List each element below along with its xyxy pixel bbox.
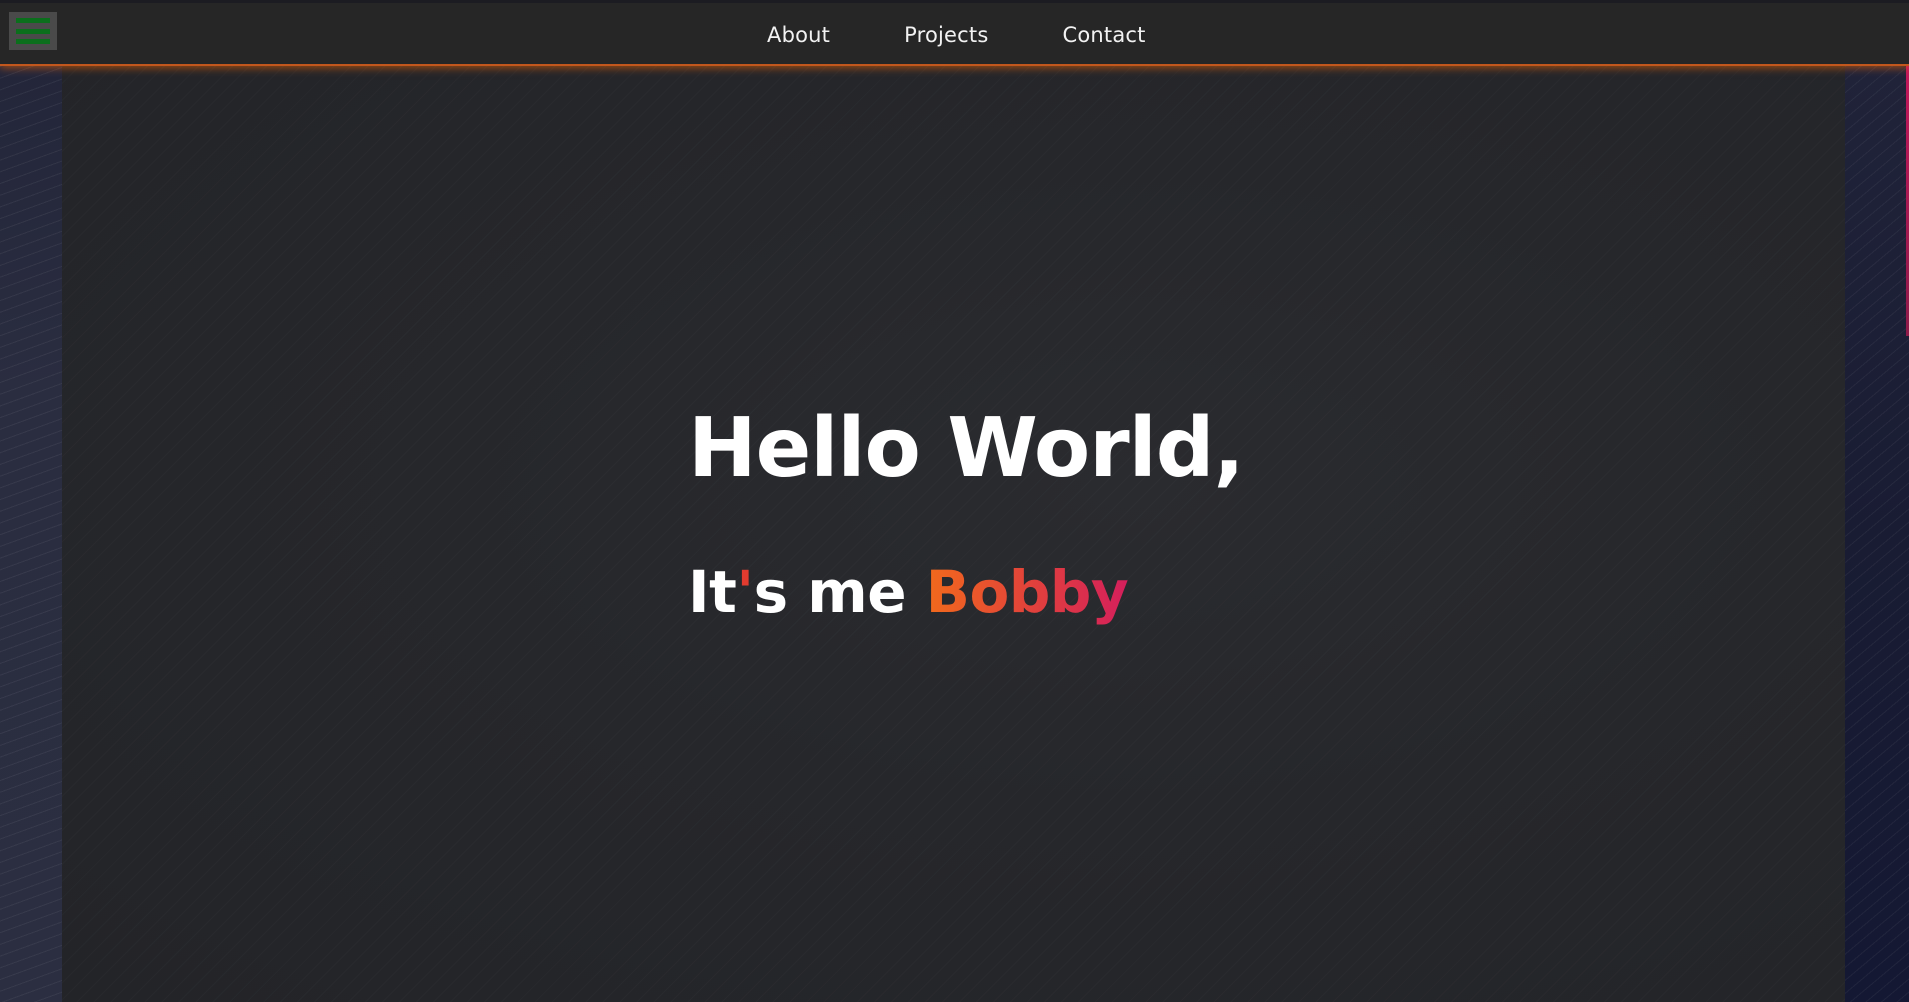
- nav-link-projects[interactable]: Projects: [867, 23, 1025, 47]
- hero-subtitle: It's me Bobby: [688, 563, 1129, 621]
- page: Hello World, It's me Bobby About Project…: [0, 0, 1909, 1002]
- hero-subtitle-apostrophe: ': [736, 558, 754, 626]
- nav-link-about[interactable]: About: [730, 23, 867, 47]
- hero-title: Hello World,: [688, 401, 1245, 496]
- hero-subtitle-it: It: [688, 558, 737, 626]
- hero-section: [62, 66, 1845, 1002]
- nav-links: About Projects Contact: [730, 3, 1183, 66]
- left-decorative-panel: [0, 66, 62, 1002]
- menu-bar-top: [16, 18, 50, 23]
- hamburger-menu-icon[interactable]: [9, 12, 57, 50]
- menu-bar-middle: [16, 28, 50, 34]
- nav-link-contact[interactable]: Contact: [1025, 23, 1182, 47]
- hero-name: Bobby: [925, 558, 1129, 626]
- menu-bar-bottom: [16, 39, 50, 44]
- hero-subtitle-s-me: s me: [753, 558, 926, 626]
- top-navbar: About Projects Contact: [0, 0, 1909, 66]
- right-decorative-panel: [1845, 66, 1909, 1002]
